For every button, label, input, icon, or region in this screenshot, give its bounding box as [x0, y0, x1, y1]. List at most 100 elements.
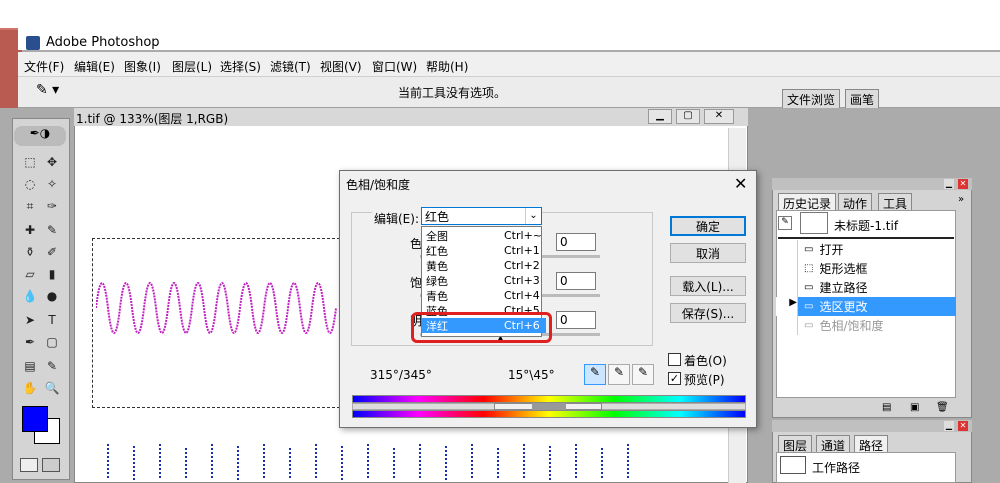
menu-filter[interactable]: 滤镜(T) — [270, 58, 311, 75]
gradient-tool-icon[interactable]: ▮ — [42, 264, 62, 284]
app-title: Adobe Photoshop — [46, 35, 160, 50]
new-snapshot-icon[interactable]: ▣ — [910, 402, 919, 413]
chevron-down-icon[interactable]: ⌄ — [525, 208, 541, 224]
eyedropper-button[interactable]: ✎ — [584, 364, 606, 385]
layers-close-icon[interactable]: ✕ — [958, 421, 968, 431]
dropdown-item-cyans[interactable]: 青色 Ctrl+4 — [422, 288, 546, 303]
quickmask-mode-button[interactable] — [42, 458, 60, 472]
range-right-readout: 15°\45° — [508, 368, 555, 382]
preview-checkbox[interactable]: ✓ — [668, 372, 681, 385]
saturation-value-input[interactable]: 0 — [556, 272, 596, 290]
menu-bar — [18, 52, 1000, 76]
menu-image[interactable]: 图象(I) — [124, 58, 161, 75]
zoom-tool-icon[interactable]: 🔍 — [42, 378, 62, 398]
pen-tool-icon[interactable]: ✒ — [20, 332, 40, 352]
menu-help[interactable]: 帮助(H) — [426, 58, 468, 75]
new-document-icon[interactable]: ▤ — [882, 402, 891, 413]
move-tool-icon[interactable]: ✥ — [42, 152, 62, 172]
dropdown-item-reds[interactable]: 红色 Ctrl+1 — [422, 243, 546, 258]
dropdown-item-yellows[interactable]: 黄色 Ctrl+2 — [422, 258, 546, 273]
slice-tool-icon[interactable]: ✑ — [42, 196, 62, 216]
options-hint: 当前工具没有选项。 — [398, 86, 507, 100]
palette-minimize-icon[interactable]: ▁ — [944, 179, 954, 189]
palette-close-icon[interactable]: ✕ — [958, 179, 968, 189]
preview-label: 预览(P) — [684, 373, 725, 387]
ps-logo-icon — [26, 36, 40, 50]
path-thumbnail[interactable] — [780, 456, 806, 474]
range-inner[interactable] — [532, 403, 566, 410]
magic-wand-tool-icon[interactable]: ✧ — [42, 174, 62, 194]
stamp-tool-icon[interactable]: ⚱ — [20, 242, 40, 262]
save-button[interactable]: 保存(S)... — [670, 303, 746, 323]
marquee-step-icon: ⬚ — [804, 263, 814, 274]
menu-edit[interactable]: 编辑(E) — [74, 58, 115, 75]
menu-window[interactable]: 窗口(W) — [372, 58, 417, 75]
history-item-marquee[interactable]: ⬚ 矩形选框 — [776, 259, 956, 278]
lasso-tool-icon[interactable]: ◌ — [20, 174, 40, 194]
notes-tool-icon[interactable]: ▤ — [20, 356, 40, 376]
type-tool-icon[interactable]: T — [42, 310, 62, 330]
menu-file[interactable]: 文件(F) — [24, 58, 64, 75]
history-step-icon: ▭ — [804, 244, 814, 255]
marquee-tool-icon[interactable]: ⬚ — [20, 152, 40, 172]
magenta-waveform — [96, 282, 337, 334]
eyedropper-tool-icon[interactable]: ✎ ▾ — [36, 82, 66, 102]
tab-brushes[interactable]: 画笔 — [845, 89, 880, 109]
menu-layer[interactable]: 图层(L) — [172, 58, 212, 75]
history-item-selection-change[interactable]: ▶ ▭ 选区更改 — [776, 297, 956, 316]
snapshot-icon: ✎ — [778, 216, 792, 230]
maximize-button[interactable]: ▢ — [676, 109, 700, 124]
minimize-button[interactable]: ▁ — [648, 109, 672, 124]
dodge-tool-icon[interactable]: ● — [42, 286, 62, 306]
shape-tool-icon[interactable]: ▢ — [42, 332, 62, 352]
range-left-readout: 315°/345° — [370, 368, 432, 382]
work-path-label[interactable]: 工作路径 — [812, 459, 860, 476]
dropdown-item-greens[interactable]: 绿色 Ctrl+3 — [422, 273, 546, 288]
history-footer — [776, 400, 956, 414]
history-item-open[interactable]: ▭ 打开 — [776, 240, 956, 259]
edit-select[interactable]: 红色 — [421, 207, 542, 225]
healing-tool-icon[interactable]: ✚ — [20, 220, 40, 240]
blur-tool-icon[interactable]: 💧 — [20, 286, 40, 306]
path-select-tool-icon[interactable]: ➤ — [20, 310, 40, 330]
history-menu-icon[interactable]: » — [958, 194, 964, 205]
history-item-hue-saturation[interactable]: ▭ 色相/饱和度 — [776, 316, 956, 335]
dialog-title: 色相/饱和度 — [346, 178, 411, 192]
highlight-annotation — [411, 312, 552, 343]
history-brush-tool-icon[interactable]: ✐ — [42, 242, 62, 262]
eyedropper-icon[interactable]: ✎ — [42, 356, 62, 376]
eyedropper-plus-button[interactable]: ✎ — [608, 364, 630, 385]
snapshot-label[interactable]: 未标题-1.tif — [834, 217, 898, 234]
lightness-value-input[interactable]: 0 — [556, 311, 596, 329]
history-palette-titlebar — [772, 178, 972, 190]
brush-tool-icon[interactable]: ✎ — [42, 220, 62, 240]
standard-mode-button[interactable] — [20, 458, 38, 472]
blue-waveform — [107, 444, 629, 480]
hue-value-input[interactable]: 0 — [556, 233, 596, 251]
edit-select-value: 红色 — [425, 209, 450, 224]
selection-step-icon: ▭ — [804, 301, 814, 312]
menu-select[interactable]: 选择(S) — [220, 58, 261, 75]
crop-tool-icon[interactable]: ⌗ — [20, 196, 40, 216]
eyedropper-minus-button[interactable]: ✎ — [632, 364, 654, 385]
spectrum-bar-top — [352, 395, 746, 403]
foreground-color-swatch[interactable] — [22, 406, 48, 432]
delete-icon[interactable]: 🗑 — [936, 402, 949, 413]
close-button[interactable]: ✕ — [704, 109, 734, 124]
snapshot-thumbnail[interactable] — [800, 212, 828, 234]
edit-label: 编辑(E): — [372, 210, 421, 227]
eraser-tool-icon[interactable]: ▱ — [20, 264, 40, 284]
cancel-button[interactable]: 取消 — [670, 243, 746, 263]
menu-view[interactable]: 视图(V) — [320, 58, 362, 75]
toolbox-header-icon: ✒◑ — [14, 126, 66, 146]
layers-minimize-icon[interactable]: ▁ — [944, 421, 954, 431]
dialog-close-icon[interactable]: ✕ — [734, 174, 747, 193]
tab-file-browser[interactable]: 文件浏览 — [782, 89, 841, 109]
history-item-make-path[interactable]: ▭ 建立路径 — [776, 278, 956, 297]
hand-tool-icon[interactable]: ✋ — [20, 378, 40, 398]
load-button[interactable]: 载入(L)... — [670, 276, 746, 296]
ok-button[interactable]: 确定 — [670, 216, 746, 236]
colorize-checkbox[interactable] — [668, 353, 681, 366]
dropdown-item-master[interactable]: 全图 Ctrl+~ — [422, 228, 546, 243]
colorize-label: 着色(O) — [684, 354, 727, 368]
